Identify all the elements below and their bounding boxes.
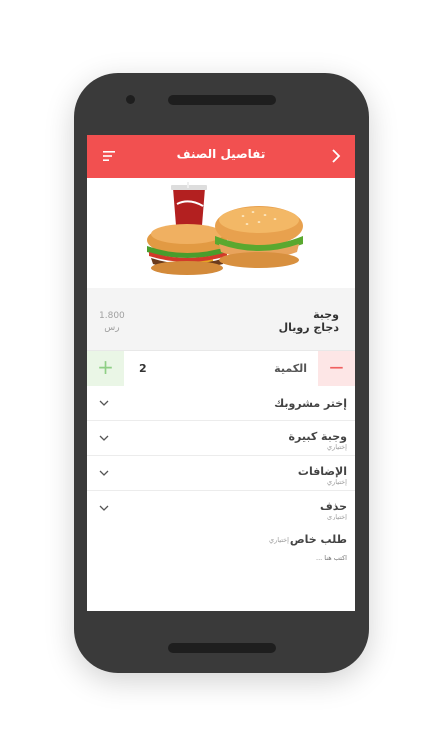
meal-image bbox=[87, 178, 355, 288]
special-request: طلب خاص إختياري bbox=[87, 520, 355, 610]
home-bar bbox=[168, 643, 276, 653]
option-subtitle: إختياري bbox=[327, 443, 347, 451]
special-request-title: طلب خاص bbox=[289, 533, 347, 546]
camera-dot bbox=[126, 95, 135, 104]
minus-button[interactable]: − bbox=[318, 351, 355, 386]
speaker-grille bbox=[168, 95, 276, 105]
item-info-bar: وجبة دجاج رويال 1.800 رس bbox=[87, 288, 355, 350]
option-title: الإضافات bbox=[297, 465, 347, 478]
page-title: تفاصيل الصنف bbox=[176, 147, 266, 161]
price-value: 1.800 bbox=[99, 311, 125, 321]
option-title: وجبة كبيرة bbox=[288, 430, 347, 443]
quantity-label: الكمية bbox=[274, 362, 307, 375]
menu-icon[interactable] bbox=[101, 148, 117, 164]
quantity-value: 2 bbox=[139, 362, 147, 375]
option-title: حذف bbox=[319, 500, 347, 513]
plus-button[interactable]: + bbox=[87, 351, 124, 386]
price-currency: رس bbox=[104, 323, 120, 333]
chevron-right-icon[interactable] bbox=[329, 148, 343, 164]
option-large-meal[interactable]: وجبة كبيرة إختياري bbox=[87, 421, 355, 456]
phone-frame: تفاصيل الصنف وجبة دجاج رويال 1.800 رس + … bbox=[74, 73, 369, 673]
item-name: وجبة دجاج رويال bbox=[279, 308, 339, 334]
app-header: تفاصيل الصنف bbox=[87, 135, 355, 178]
option-extras[interactable]: الإضافات إختياري bbox=[87, 456, 355, 491]
option-subtitle: إختياري bbox=[327, 478, 347, 486]
item-name-line2: دجاج رويال bbox=[278, 321, 339, 334]
chevron-down-icon bbox=[99, 505, 109, 511]
quantity-stepper: + 2 الكمية − bbox=[87, 350, 355, 387]
option-title: إختر مشروبك bbox=[274, 397, 347, 410]
item-price: 1.800 رس bbox=[99, 310, 125, 334]
chevron-down-icon bbox=[99, 470, 109, 476]
app-screen: تفاصيل الصنف وجبة دجاج رويال 1.800 رس + … bbox=[87, 135, 355, 611]
special-request-input[interactable] bbox=[147, 554, 347, 562]
option-drink[interactable]: إختر مشروبك bbox=[87, 386, 355, 421]
chevron-down-icon bbox=[99, 435, 109, 441]
item-name-line1: وجبة bbox=[313, 308, 339, 321]
special-request-subtitle: إختياري bbox=[269, 536, 289, 544]
chevron-down-icon bbox=[99, 400, 109, 406]
